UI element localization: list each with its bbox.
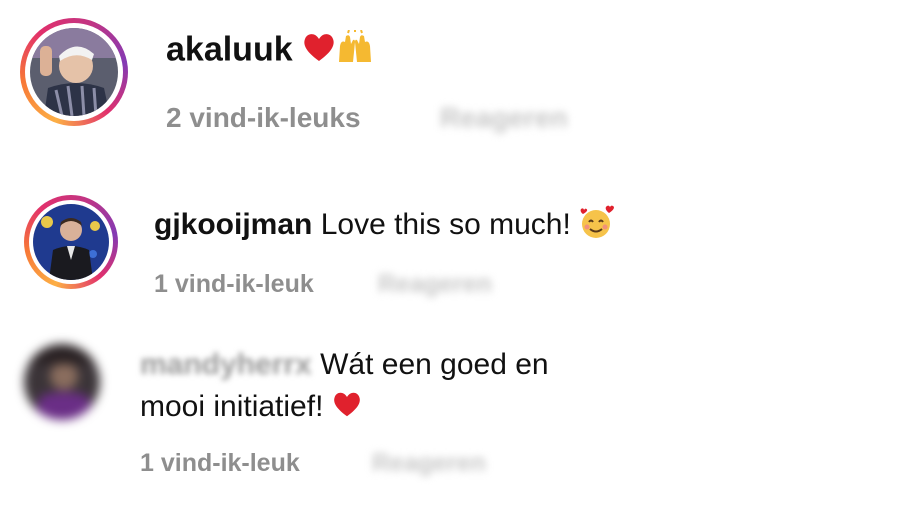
avatar-akaluuk[interactable] <box>30 28 118 116</box>
like-count-mandyherrx[interactable]: 1 vind-ik-leuk <box>140 449 300 478</box>
smiling-face-with-hearts-icon <box>579 205 615 247</box>
red-heart-icon <box>302 31 336 72</box>
username-mandyherrx[interactable]: mandyherrx <box>140 348 312 382</box>
reply-button-mandyherrx[interactable]: Reageren <box>372 449 486 478</box>
story-ring-akaluuk[interactable] <box>20 18 128 126</box>
reply-button-akaluuk[interactable]: Reageren <box>440 102 568 134</box>
avatar-mandyherrx[interactable] <box>24 344 100 420</box>
username-akaluuk[interactable]: akaluuk <box>166 30 293 68</box>
comment-text-mandyherrx-line1: Wát een goed en <box>320 348 549 381</box>
username-gjkooijman[interactable]: gjkooijman <box>154 208 312 241</box>
raising-hands-icon <box>336 29 374 73</box>
avatar-gjkooijman[interactable] <box>33 204 109 280</box>
like-count-gjkooijman[interactable]: 1 vind-ik-leuk <box>154 270 314 299</box>
red-heart-icon <box>332 390 362 426</box>
story-ring-gjkooijman[interactable] <box>24 195 118 289</box>
comment-text-gjkooijman: Love this so much! <box>320 207 571 241</box>
like-count-akaluuk[interactable]: 2 vind-ik-leuks <box>166 102 361 134</box>
comment-text-mandyherrx-line2: mooi initiatief! <box>140 390 324 423</box>
reply-button-gjkooijman[interactable]: Reageren <box>378 270 492 299</box>
